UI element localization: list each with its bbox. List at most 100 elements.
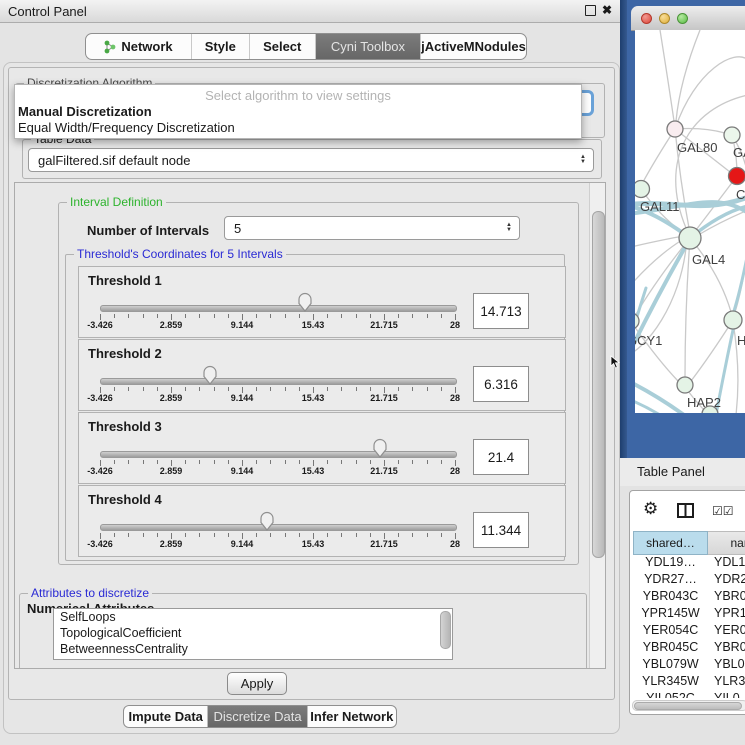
column-header-shared-name[interactable]: shared… — [633, 531, 708, 555]
network-edge[interactable] — [643, 129, 675, 182]
option-equal-width-frequency[interactable]: Equal Width/Frequency Discretization — [18, 120, 235, 135]
threshold-slider-track[interactable] — [100, 378, 457, 385]
tab-network[interactable]: Network — [86, 34, 192, 59]
threshold-value-field[interactable]: 14.713 — [473, 293, 529, 329]
attribute-list-item[interactable]: TopologicalCoefficient — [54, 625, 452, 641]
tick-mark — [285, 314, 286, 318]
threshold-slider-thumb[interactable] — [259, 510, 275, 532]
network-edge[interactable] — [660, 30, 674, 121]
table-row[interactable]: YDR27…YDR2 — [633, 572, 745, 589]
tick-mark — [157, 314, 158, 318]
tab-infer-network[interactable]: Infer Network — [308, 706, 396, 727]
network-edge[interactable] — [675, 57, 745, 129]
network-node-gal4[interactable] — [679, 227, 701, 249]
tick-mark — [299, 314, 300, 318]
network-node-hap2[interactable] — [677, 377, 693, 393]
attributes-list-scrollbar[interactable] — [440, 611, 451, 649]
threshold-slider-thumb[interactable] — [372, 437, 388, 459]
network-edge[interactable] — [700, 210, 745, 234]
table-horizontal-scrollbar[interactable] — [632, 700, 745, 711]
network-edge[interactable] — [676, 30, 700, 121]
tick-mark — [214, 460, 215, 464]
tick-label: 2.859 — [160, 320, 183, 330]
network-view[interactable]: GAL80GACGAL11GAL4GCY1HHAP2 — [635, 30, 745, 413]
network-node-h[interactable] — [724, 311, 742, 329]
attribute-list-item[interactable]: BetweennessCentrality — [54, 641, 452, 657]
cell-name: YDL1 — [714, 555, 745, 569]
settings-vertical-scrollbar[interactable] — [589, 183, 605, 668]
tick-mark — [228, 533, 229, 537]
table-data-select[interactable]: galFiltered.sif default node ▲▼ — [28, 148, 594, 172]
close-window-icon[interactable] — [641, 13, 652, 24]
close-panel-icon[interactable]: ✖ — [602, 3, 612, 17]
threshold-value-field[interactable]: 11.344 — [473, 512, 529, 548]
table-row[interactable]: YBR045CYBR0 — [633, 640, 745, 657]
network-node-ga[interactable] — [724, 127, 740, 143]
split-view-icon[interactable] — [677, 503, 694, 523]
tick-mark — [356, 387, 357, 391]
network-edge-highlighted[interactable] — [734, 252, 745, 311]
gear-icon[interactable]: ⚙ — [643, 499, 658, 519]
cell-shared-name: YDR27… — [633, 572, 708, 586]
threshold-slider-track[interactable] — [100, 524, 457, 531]
tick-mark — [157, 387, 158, 391]
network-edge-highlighted[interactable] — [635, 376, 684, 413]
cell-shared-name: YIL052C — [633, 691, 708, 698]
threshold-slider-thumb[interactable] — [202, 364, 218, 386]
tick-mark — [114, 460, 115, 464]
tab-impute-data[interactable]: Impute Data — [124, 706, 208, 727]
num-intervals-select[interactable]: 5 ▲▼ — [224, 216, 520, 240]
tab-select[interactable]: Select — [250, 34, 316, 59]
option-manual-discretization[interactable]: Manual Discretization — [18, 104, 152, 119]
tab-discretize-data[interactable]: Discretize Data — [208, 706, 307, 727]
tick-mark — [228, 460, 229, 464]
table-row[interactable]: YIL052CYIL0 — [633, 691, 745, 698]
tick-label: 15.43 — [302, 393, 325, 403]
cell-shared-name: YDL19… — [633, 555, 708, 569]
tick-mark — [199, 314, 200, 318]
threshold-slider-thumb[interactable] — [297, 291, 313, 313]
scrollbar-thumb[interactable] — [592, 211, 605, 558]
tick-mark — [427, 460, 428, 464]
threshold-slider-track[interactable] — [100, 451, 457, 458]
tick-mark — [143, 533, 144, 537]
network-edge[interactable] — [691, 320, 733, 381]
table-row[interactable]: YPR145WYPR1 — [633, 606, 745, 623]
network-node-c[interactable] — [729, 168, 745, 185]
num-intervals-label: Number of Intervals — [87, 223, 209, 238]
network-edge[interactable] — [685, 238, 690, 377]
column-header-name[interactable]: name — [708, 531, 745, 555]
threshold-slider-track[interactable] — [100, 305, 457, 312]
threshold-value-field[interactable]: 21.4 — [473, 439, 529, 475]
network-node-label: H — [737, 333, 745, 348]
tick-mark — [327, 460, 328, 464]
table-row[interactable]: YBL079WYBL0 — [633, 657, 745, 674]
network-node-gal11[interactable] — [635, 181, 650, 198]
network-node-gal80[interactable] — [667, 121, 683, 137]
tab-style[interactable]: Style — [192, 34, 249, 59]
tick-mark — [270, 387, 271, 391]
float-panel-icon[interactable] — [585, 5, 596, 16]
zoom-window-icon[interactable] — [677, 13, 688, 24]
network-edge[interactable] — [635, 240, 682, 300]
minimize-window-icon[interactable] — [659, 13, 670, 24]
tab-jactivemnodules[interactable]: jActiveMNodules — [421, 34, 526, 59]
tab-cyni-toolbox[interactable]: Cyni Toolbox — [316, 34, 421, 59]
network-window-titlebar[interactable] — [631, 6, 745, 31]
attribute-list-item[interactable]: SelfLoops — [54, 609, 452, 625]
algorithm-hint: Select algorithm to view settings — [15, 88, 581, 103]
network-edge-highlighted[interactable] — [635, 242, 688, 370]
table-row[interactable]: YDL19… YDL1 — [633, 555, 745, 572]
numerical-attributes-list[interactable]: SelfLoopsTopologicalCoefficientBetweenne… — [53, 608, 453, 660]
tick-mark — [412, 387, 413, 391]
table-row[interactable]: YBR043CYBR0 — [633, 589, 745, 606]
apply-button[interactable]: Apply — [227, 672, 287, 695]
table-row[interactable]: YER054CYER0 — [633, 623, 745, 640]
tick-mark — [114, 387, 115, 391]
network-edge[interactable] — [690, 238, 731, 312]
cell-name: YBR0 — [714, 589, 745, 603]
scrollbar-thumb[interactable] — [634, 702, 742, 711]
select-columns-icon[interactable]: ☑☑ — [712, 504, 734, 518]
table-row[interactable]: YLR345WYLR3 — [633, 674, 745, 691]
threshold-value-field[interactable]: 6.316 — [473, 366, 529, 402]
